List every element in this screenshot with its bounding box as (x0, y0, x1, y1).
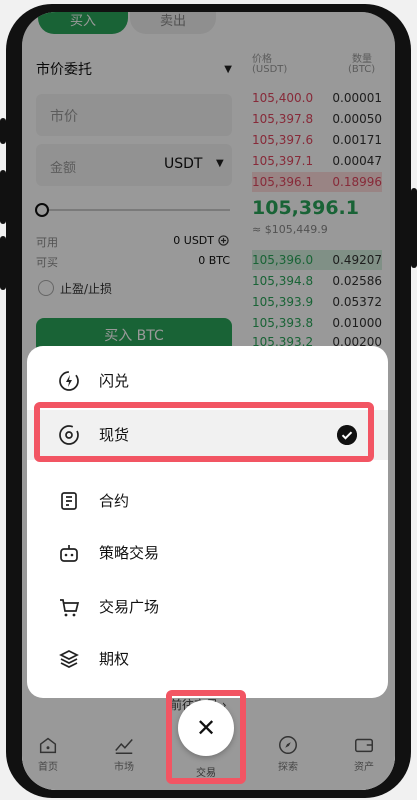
robot-icon (60, 545, 78, 562)
menu-item-label: 闪兑 (99, 372, 130, 390)
flash-convert-icon (59, 371, 79, 391)
menu-item-options[interactable]: 期权 (27, 634, 388, 684)
menu-item-label: 期权 (99, 650, 130, 668)
phone-volume-down (0, 236, 6, 290)
product-menu: 闪兑 现货 合约 策略交易 交易广场 期权 (27, 346, 388, 698)
selection-highlight-frame (34, 402, 374, 462)
menu-item-label: 策略交易 (99, 544, 160, 562)
phone-side-button (0, 118, 6, 144)
menu-item-label: 交易广场 (99, 598, 160, 616)
cart-icon (60, 599, 80, 617)
menu-item-flash-convert[interactable]: 闪兑 (27, 356, 388, 406)
app-screen: 买入 卖出 市价委托 ▼ 市价 金额 USDT ▼ 可用 0 USDT 可买 0… (22, 12, 395, 790)
layers-icon (59, 650, 79, 668)
menu-item-label: 合约 (99, 492, 130, 510)
trade-button-highlight-frame (166, 690, 246, 784)
phone-power-button (411, 188, 417, 268)
menu-item-contract[interactable]: 合约 (27, 476, 388, 526)
contract-icon (61, 492, 77, 510)
menu-item-strategy[interactable]: 策略交易 (27, 528, 388, 578)
phone-volume-up (0, 170, 6, 224)
menu-item-marketplace[interactable]: 交易广场 (27, 582, 388, 632)
